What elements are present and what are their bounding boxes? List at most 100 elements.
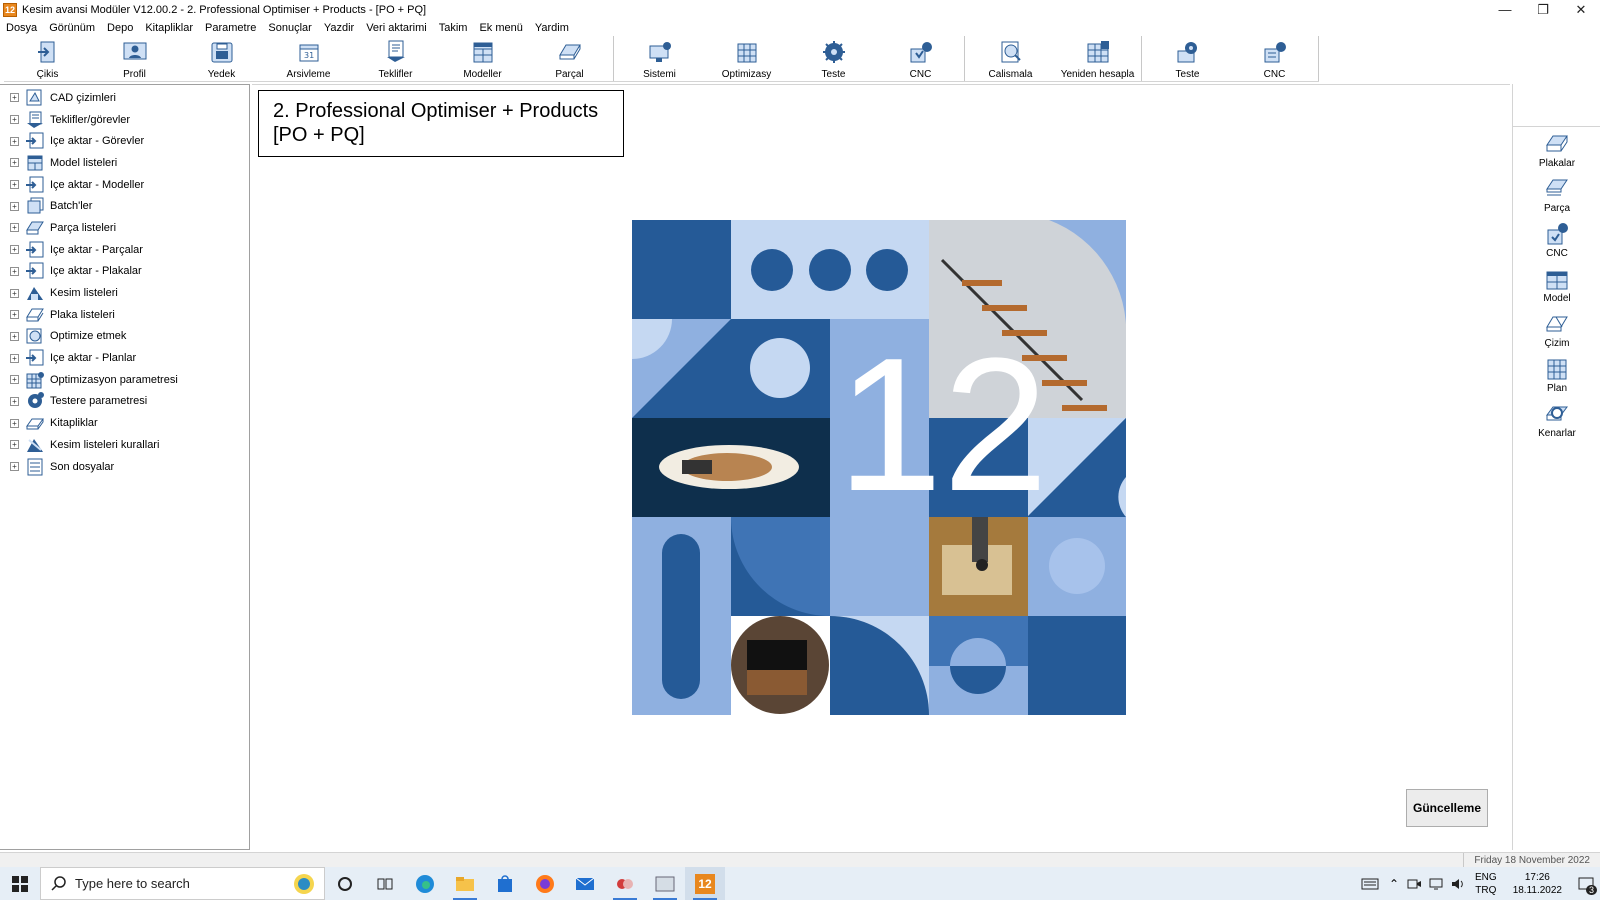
notification-center-button[interactable]: 3: [1572, 867, 1600, 900]
expand-icon[interactable]: +: [10, 223, 19, 233]
tree-item-cut-list-rules[interactable]: + Kesim listeleri kurallari: [0, 434, 249, 456]
expand-icon[interactable]: +: [10, 418, 19, 428]
expand-icon[interactable]: +: [10, 462, 19, 472]
menu-dosya[interactable]: Dosya: [0, 22, 43, 34]
update-button[interactable]: Güncelleme: [1406, 789, 1488, 827]
tree-item-libraries[interactable]: + Kitapliklar: [0, 412, 249, 434]
tree-item-model-lists[interactable]: + Model listeleri: [0, 152, 249, 174]
clock[interactable]: 17:26 18.11.2022: [1513, 871, 1562, 897]
toolbar-cnc-button[interactable]: CNC: [877, 36, 964, 82]
toolbar-group-optimize: Sistemi Optimizasy Teste CNC: [616, 36, 965, 81]
toolbar-saw-button-2[interactable]: Teste: [1144, 36, 1231, 82]
toolbar-cnc-button-2[interactable]: CNC: [1231, 36, 1318, 82]
taskbar-search[interactable]: Type here to search: [40, 867, 325, 900]
expand-icon[interactable]: +: [10, 396, 19, 406]
tree-item-optimize[interactable]: + Optimize etmek: [0, 326, 249, 348]
toolbar-label: Parçal: [555, 69, 584, 80]
expand-icon[interactable]: +: [10, 375, 19, 385]
tree-item-quotes[interactable]: + Teklifler/görevler: [0, 109, 249, 131]
menu-veri-aktarimi[interactable]: Veri aktarimi: [360, 22, 433, 34]
menu-depo[interactable]: Depo: [101, 22, 139, 34]
minimize-button[interactable]: —: [1486, 0, 1524, 19]
right-cnc-button[interactable]: CNC: [1513, 217, 1600, 262]
menu-sonuclar[interactable]: Sonuçlar: [262, 22, 317, 34]
right-model-button[interactable]: Model: [1513, 262, 1600, 307]
expand-icon[interactable]: +: [10, 440, 19, 450]
expand-icon[interactable]: +: [10, 266, 19, 276]
toolbar-work-button[interactable]: Calismala: [967, 36, 1054, 82]
expand-icon[interactable]: +: [10, 115, 19, 125]
close-button[interactable]: ✕: [1562, 0, 1600, 19]
menu-parametre[interactable]: Parametre: [199, 22, 262, 34]
expand-icon[interactable]: +: [10, 180, 19, 190]
taskbar-kesim-app[interactable]: 12: [685, 867, 725, 900]
tree-item-recent-files[interactable]: + Son dosyalar: [0, 456, 249, 478]
toolbar-quotes-button[interactable]: Teklifler: [352, 36, 439, 82]
expand-icon[interactable]: +: [10, 158, 19, 168]
tree-item-import-plans[interactable]: + Içe aktar - Planlar: [0, 347, 249, 369]
toolbar-models-button[interactable]: Modeller: [439, 36, 526, 82]
taskbar-app-gray[interactable]: [645, 867, 685, 900]
menu-ek-menu[interactable]: Ek menü: [473, 22, 528, 34]
right-plan-button[interactable]: Plan: [1513, 352, 1600, 397]
taskbar-firefox[interactable]: [525, 867, 565, 900]
expand-icon[interactable]: +: [10, 136, 19, 146]
toolbar-parts-button[interactable]: Parçal: [526, 36, 613, 82]
expand-icon[interactable]: +: [10, 93, 19, 103]
tree-item-import-tasks[interactable]: + Içe aktar - Görevler: [0, 130, 249, 152]
tree-item-cad[interactable]: + CAD çizimleri: [0, 87, 249, 109]
tree-item-batches[interactable]: + Batch'ler: [0, 195, 249, 217]
start-button[interactable]: [0, 867, 40, 900]
taskbar-edge[interactable]: [405, 867, 445, 900]
expand-icon[interactable]: +: [10, 331, 19, 341]
taskbar-app-red[interactable]: [605, 867, 645, 900]
tray-chevron-up-icon[interactable]: ⌃: [1389, 877, 1399, 891]
tree-item-import-models[interactable]: + Içe aktar - Modeller: [0, 174, 249, 196]
tree-item-board-lists[interactable]: + Plaka listeleri: [0, 304, 249, 326]
tree-item-optimization-params[interactable]: + Optimizasyon parametresi: [0, 369, 249, 391]
expand-icon[interactable]: +: [10, 310, 19, 320]
menu-yazdir[interactable]: Yazdir: [318, 22, 360, 34]
toolbar-backup-button[interactable]: Yedek: [178, 36, 265, 82]
toolbar-optimize-button[interactable]: Optimizasy: [703, 36, 790, 82]
volume-icon[interactable]: [1450, 877, 1466, 891]
camera-icon[interactable]: [1406, 877, 1422, 891]
menu-yardim[interactable]: Yardim: [529, 22, 575, 34]
tree-item-label: Kesim listeleri kurallari: [50, 438, 160, 451]
toolbar-archive-button[interactable]: 31 Arsivleme: [265, 36, 352, 82]
toolbar-system-button[interactable]: Sistemi: [616, 36, 703, 82]
tree-item-saw-params[interactable]: + Testere parametresi: [0, 391, 249, 413]
expand-icon[interactable]: +: [10, 353, 19, 363]
toolbar-profile-button[interactable]: Profil: [91, 36, 178, 82]
taskbar-mail[interactable]: [565, 867, 605, 900]
menu-kitapliklar[interactable]: Kitapliklar: [139, 22, 199, 34]
menu-takim[interactable]: Takim: [433, 22, 474, 34]
keyboard-icon[interactable]: [1361, 877, 1379, 891]
cortana-button[interactable]: [325, 867, 365, 900]
task-view-button[interactable]: [365, 867, 405, 900]
right-drawing-button[interactable]: Çizim: [1513, 307, 1600, 352]
toolbar-saw-button[interactable]: Teste: [790, 36, 877, 82]
expand-icon[interactable]: +: [10, 288, 19, 298]
tree-item-import-boards[interactable]: + Içe aktar - Plakalar: [0, 261, 249, 283]
language-indicator[interactable]: ENG TRQ: [1475, 871, 1497, 897]
parts-icon: [1546, 179, 1568, 195]
right-parts-button[interactable]: Parça: [1513, 172, 1600, 217]
right-edges-button[interactable]: Kenarlar: [1513, 397, 1600, 442]
tree-item-import-parts[interactable]: + Içe aktar - Parçalar: [0, 239, 249, 261]
toolbar-exit-button[interactable]: Çikis: [4, 36, 91, 82]
right-boards-button[interactable]: Plakalar: [1513, 127, 1600, 172]
tree-item-cut-lists[interactable]: + Kesim listeleri: [0, 282, 249, 304]
expand-icon[interactable]: +: [10, 245, 19, 255]
expand-icon[interactable]: +: [10, 201, 19, 211]
network-icon[interactable]: [1428, 877, 1444, 891]
right-panel-label: Plan: [1546, 382, 1567, 394]
toolbar-group-work: Calismala Yeniden hesapla: [967, 36, 1142, 81]
tree-item-part-lists[interactable]: + Parça listeleri: [0, 217, 249, 239]
restore-button[interactable]: ❐: [1524, 0, 1562, 19]
menu-gorunum[interactable]: Görünüm: [43, 22, 101, 34]
taskbar-file-explorer[interactable]: [445, 867, 485, 900]
taskbar-store[interactable]: [485, 867, 525, 900]
toolbar-recalculate-button[interactable]: Yeniden hesapla: [1054, 36, 1141, 82]
language-code: ENG: [1475, 871, 1497, 883]
